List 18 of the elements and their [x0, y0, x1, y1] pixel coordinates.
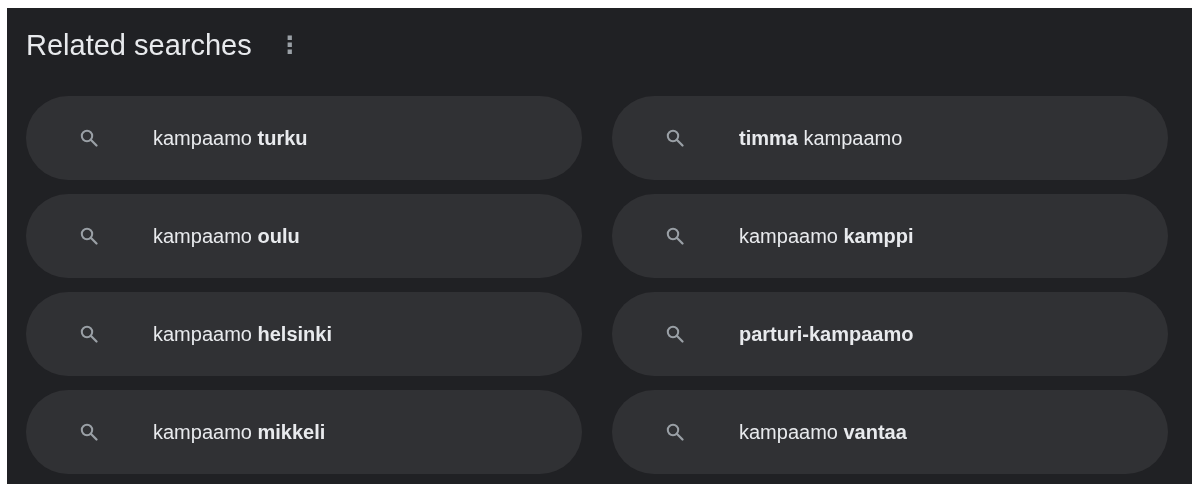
related-search-chip[interactable]: kampaamo mikkeli	[26, 390, 582, 474]
search-icon	[666, 423, 684, 441]
section-title: Related searches	[26, 28, 252, 62]
related-search-chip[interactable]: kampaamo kamppi	[612, 194, 1168, 278]
more-options-button[interactable]: ⋮	[271, 31, 308, 59]
related-search-chip[interactable]: parturi-kampaamo	[612, 292, 1168, 376]
search-icon	[80, 227, 98, 245]
search-icon	[80, 325, 98, 343]
search-icon	[80, 129, 98, 147]
search-icon	[666, 129, 684, 147]
related-search-chip[interactable]: kampaamo helsinki	[26, 292, 582, 376]
search-icon	[666, 227, 684, 245]
related-search-chip[interactable]: kampaamo turku	[26, 96, 582, 180]
related-search-chip[interactable]: kampaamo vantaa	[612, 390, 1168, 474]
related-search-chip[interactable]: kampaamo oulu	[26, 194, 582, 278]
search-icon	[80, 423, 98, 441]
related-search-chip[interactable]: timma kampaamo	[612, 96, 1168, 180]
search-icon	[666, 325, 684, 343]
